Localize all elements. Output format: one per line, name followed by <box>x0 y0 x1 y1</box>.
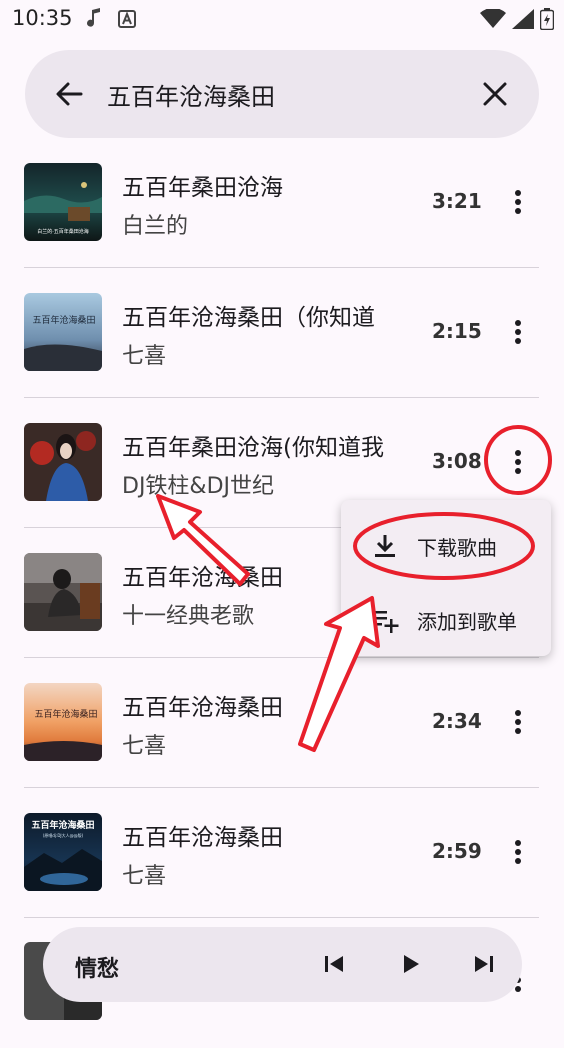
download-label: 下载歌曲 <box>417 536 497 560</box>
song-title: 五百年沧海桑田 <box>122 825 283 851</box>
skip-next-icon[interactable] <box>469 949 499 979</box>
song-artist: 七喜 <box>122 864 167 889</box>
battery-icon <box>539 8 555 34</box>
status-time: 10:35 <box>12 6 73 30</box>
more-vert-icon[interactable] <box>505 836 531 868</box>
add-to-playlist-label: 添加到歌单 <box>417 610 517 634</box>
song-row[interactable]: 五百年沧海桑田 五百年沧海桑田（你知道 七喜 2:15 <box>0 268 564 398</box>
search-bar <box>25 50 539 138</box>
wifi-icon <box>480 7 506 33</box>
context-menu: 下载歌曲 添加到歌单 <box>341 500 551 656</box>
search-input[interactable] <box>107 72 467 116</box>
song-duration: 2:34 <box>432 709 482 733</box>
skip-previous-icon[interactable] <box>319 949 349 979</box>
more-vert-icon[interactable] <box>505 186 531 218</box>
more-vert-icon[interactable] <box>505 316 531 348</box>
song-title: 五百年沧海桑田（你知道 <box>122 305 375 331</box>
song-artist: DJ铁柱&DJ世纪 <box>122 474 275 499</box>
cover-caption: 白兰的·五百年桑田沧海 <box>37 228 89 235</box>
song-artist: 白兰的 <box>122 214 189 239</box>
song-row[interactable]: 五百年沧海桑田 五百年沧海桑田 七喜 2:34 <box>0 658 564 788</box>
more-vert-icon[interactable] <box>505 706 531 738</box>
album-cover: 白兰的·五百年桑田沧海 <box>24 163 102 241</box>
close-icon[interactable] <box>479 78 511 110</box>
song-row[interactable]: 白兰的·五百年桑田沧海 五百年桑田沧海 白兰的 3:21 <box>0 138 564 268</box>
more-vert-icon[interactable] <box>505 446 531 478</box>
song-duration: 3:08 <box>432 449 482 473</box>
album-cover <box>24 553 102 631</box>
song-artist: 七喜 <box>122 344 167 369</box>
album-cover: 五百年沧海桑田 <box>24 293 102 371</box>
album-cover: 五百年沧海桑田 <box>24 683 102 761</box>
album-cover <box>24 423 102 501</box>
music-note-icon <box>86 8 102 32</box>
play-icon[interactable] <box>395 949 425 979</box>
status-bar: 10:35 <box>0 0 564 38</box>
song-duration: 2:59 <box>432 839 482 863</box>
cover-caption: 五百年沧海桑田 <box>34 708 97 720</box>
download-song-item[interactable]: 下载歌曲 <box>341 514 551 574</box>
download-icon <box>371 532 399 560</box>
song-duration: 3:21 <box>432 189 482 213</box>
cover-subcaption: (原唱dj:DJ大人@@版) <box>43 832 84 838</box>
back-arrow-icon[interactable] <box>53 78 85 110</box>
status-right-icons <box>480 7 555 34</box>
now-playing-title: 情愁 <box>75 957 120 982</box>
song-title: 五百年桑田沧海(你知道我 <box>122 435 384 461</box>
cover-caption: 五百年沧海桑田 <box>31 819 94 831</box>
cover-caption: 五百年沧海桑田 <box>32 314 95 326</box>
add-to-playlist-item[interactable]: 添加到歌单 <box>341 588 551 648</box>
playlist-add-icon <box>371 606 399 634</box>
song-title: 五百年桑田沧海 <box>122 175 283 201</box>
font-notification-icon <box>118 10 136 32</box>
mini-player[interactable]: 情愁 <box>43 927 522 1002</box>
song-artist: 七喜 <box>122 734 167 759</box>
song-duration: 2:15 <box>432 319 482 343</box>
album-cover: 五百年沧海桑田 (原唱dj:DJ大人@@版) <box>24 813 102 891</box>
song-row[interactable]: 五百年沧海桑田 (原唱dj:DJ大人@@版) 五百年沧海桑田 七喜 2:59 <box>0 788 564 918</box>
song-title: 五百年沧海桑田 <box>122 695 283 721</box>
cellular-signal-icon <box>512 9 534 33</box>
